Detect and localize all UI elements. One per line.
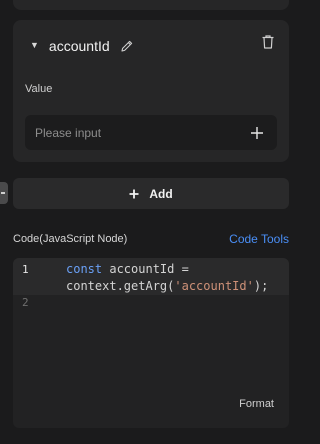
trash-icon[interactable] (261, 34, 275, 50)
code-text: accountId = (102, 262, 189, 276)
value-input[interactable] (35, 115, 235, 150)
drag-handle[interactable] (0, 182, 8, 204)
parameter-card: ▼ accountId Value (13, 20, 289, 162)
add-plus-icon (129, 189, 139, 198)
code-string: 'accountId' (174, 279, 254, 293)
code-keyword: const (66, 262, 103, 276)
code-tools-link[interactable]: Code Tools (229, 232, 289, 246)
code-line-wrap[interactable]: context.getArg('accountId'); (66, 279, 268, 293)
add-button-label: Add (149, 186, 173, 201)
caret-down-icon[interactable]: ▼ (30, 40, 39, 50)
previous-card-bottom (13, 0, 289, 10)
code-text: ); (253, 279, 269, 293)
line-number: 1 (22, 263, 29, 276)
add-button[interactable]: Add (13, 178, 289, 209)
value-input-wrapper (25, 115, 277, 150)
plus-icon[interactable] (250, 126, 264, 140)
edit-icon[interactable] (120, 39, 134, 53)
value-label: Value (25, 83, 53, 95)
line-number: 2 (22, 296, 29, 309)
format-button[interactable]: Format (239, 398, 274, 410)
code-line[interactable]: const accountId = (66, 262, 189, 276)
parameter-name: accountId (48, 38, 110, 54)
code-section-label: Code(JavaScript Node) (13, 233, 128, 245)
code-editor[interactable]: 1 const accountId = context.getArg('acco… (13, 258, 289, 428)
code-text: context.getArg( (66, 279, 175, 293)
parameter-header[interactable]: ▼ accountId (30, 38, 134, 54)
